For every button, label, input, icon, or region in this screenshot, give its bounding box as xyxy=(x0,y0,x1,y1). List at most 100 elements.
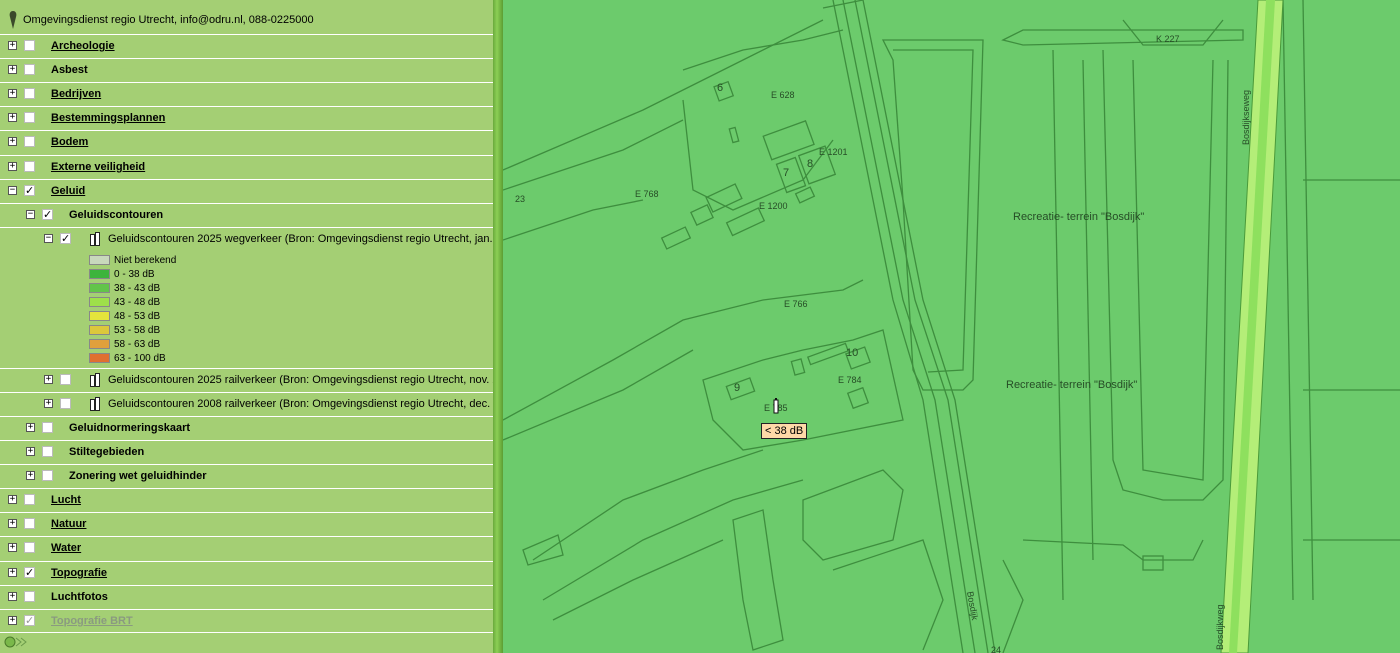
layer-checkbox[interactable]: ✓ xyxy=(60,233,71,244)
layer-label[interactable]: Natuur xyxy=(51,518,86,530)
map-label-23: 23 xyxy=(515,194,525,204)
map-view[interactable]: K 227 E 628 E 1201 E 768 E 1200 E 766 E … xyxy=(503,0,1400,653)
layer-info-icon[interactable] xyxy=(90,373,101,387)
layer-zonering-wet-geluidhinder[interactable]: + Zonering wet geluidhinder xyxy=(0,464,493,488)
layer-checkbox[interactable] xyxy=(24,161,35,172)
layer-checkbox[interactable]: ✓ xyxy=(24,615,35,626)
layer-label[interactable]: Geluidnormeringskaart xyxy=(69,422,190,434)
map-label-8: 8 xyxy=(807,158,813,170)
layer-luchtfotos[interactable]: + Luchtfotos xyxy=(0,585,493,609)
layer-label[interactable]: Geluidscontouren xyxy=(69,209,163,221)
map-label-e1200: E 1200 xyxy=(759,201,788,211)
expand-icon[interactable]: + xyxy=(8,41,17,50)
expand-icon[interactable]: + xyxy=(8,89,17,98)
expand-icon[interactable]: + xyxy=(8,65,17,74)
panel-header: Omgevingsdienst regio Utrecht, info@odru… xyxy=(0,7,493,33)
layer-asbest[interactable]: + Asbest xyxy=(0,58,493,82)
legend-label: 38 - 43 dB xyxy=(114,282,161,294)
expand-icon[interactable]: + xyxy=(8,113,17,122)
expand-icon[interactable]: + xyxy=(8,162,17,171)
layer-label[interactable]: Lucht xyxy=(51,494,81,506)
map-canvas[interactable]: K 227 E 628 E 1201 E 768 E 1200 E 766 E … xyxy=(503,0,1400,653)
layer-label[interactable]: Stiltegebieden xyxy=(69,446,144,458)
header-text: Omgevingsdienst regio Utrecht, info@odru… xyxy=(23,14,314,26)
layer-label[interactable]: Geluidscontouren 2008 railverkeer (Bron:… xyxy=(108,398,493,410)
layer-geluidscontouren-2025-wegverkeer[interactable]: − ✓ Geluidscontouren 2025 wegverkeer (Br… xyxy=(0,227,493,368)
layer-checkbox[interactable] xyxy=(24,64,35,75)
layer-checkbox[interactable]: ✓ xyxy=(24,185,35,196)
layer-geluidscontouren[interactable]: − ✓ Geluidscontouren xyxy=(0,203,493,227)
expand-icon[interactable]: + xyxy=(8,495,17,504)
layer-geluidnormeringskaart[interactable]: + Geluidnormeringskaart xyxy=(0,416,493,440)
panel-splitter[interactable] xyxy=(493,0,503,653)
panel-footer xyxy=(0,632,493,653)
expand-icon[interactable]: + xyxy=(26,447,35,456)
expand-icon[interactable]: + xyxy=(8,137,17,146)
layer-stiltegebieden[interactable]: + Stiltegebieden xyxy=(0,440,493,464)
layer-checkbox[interactable] xyxy=(24,40,35,51)
layer-checkbox[interactable]: ✓ xyxy=(42,209,53,220)
layer-checkbox[interactable] xyxy=(60,398,71,409)
layer-label[interactable]: Bestemmingsplannen xyxy=(51,112,165,124)
layer-water[interactable]: + Water xyxy=(0,536,493,560)
expand-icon[interactable]: + xyxy=(8,592,17,601)
layer-lucht[interactable]: + Lucht xyxy=(0,488,493,512)
layer-checkbox[interactable] xyxy=(42,470,53,481)
layer-externe-veiligheid[interactable]: + Externe veiligheid xyxy=(0,155,493,179)
collapse-icon[interactable]: − xyxy=(26,210,35,219)
map-label-e766: E 766 xyxy=(784,299,808,309)
expand-icon[interactable]: + xyxy=(26,423,35,432)
double-chevron-icon[interactable] xyxy=(4,636,28,648)
expand-icon[interactable]: + xyxy=(44,399,53,408)
legend-item: 53 - 58 dB xyxy=(89,324,160,336)
layer-geluidscontouren-2025-railverkeer[interactable]: + Geluidscontouren 2025 railverkeer (Bro… xyxy=(0,368,493,392)
expand-icon[interactable]: + xyxy=(8,616,17,625)
layer-topografie[interactable]: + ✓ Topografie xyxy=(0,561,493,585)
layer-label[interactable]: Geluidscontouren 2025 railverkeer (Bron:… xyxy=(108,374,493,386)
layer-label[interactable]: Externe veiligheid xyxy=(51,161,145,173)
map-label-e768: E 768 xyxy=(635,189,659,199)
expand-icon[interactable]: + xyxy=(26,471,35,480)
layer-info-icon[interactable] xyxy=(90,232,101,246)
layer-label[interactable]: Bedrijven xyxy=(51,88,101,100)
expand-icon[interactable]: + xyxy=(8,568,17,577)
collapse-icon[interactable]: − xyxy=(8,186,17,195)
layer-label[interactable]: Asbest xyxy=(51,64,88,76)
expand-icon[interactable]: + xyxy=(8,519,17,528)
layer-bedrijven[interactable]: + Bedrijven xyxy=(0,82,493,106)
layer-label[interactable]: Archeologie xyxy=(51,40,115,52)
map-label-bosdijkweg: Bosdijkweg xyxy=(1215,604,1225,650)
layer-geluid[interactable]: − ✓ Geluid xyxy=(0,179,493,203)
layer-checkbox[interactable] xyxy=(24,112,35,123)
layer-label[interactable]: Geluid xyxy=(51,185,85,197)
layer-geluidscontouren-2008-railverkeer[interactable]: + Geluidscontouren 2008 railverkeer (Bro… xyxy=(0,392,493,416)
layer-checkbox[interactable] xyxy=(24,591,35,602)
layer-label[interactable]: Zonering wet geluidhinder xyxy=(69,470,207,482)
layer-bodem[interactable]: + Bodem xyxy=(0,130,493,154)
layer-topografie-brt[interactable]: + ✓ Topografie BRT xyxy=(0,609,493,633)
layer-archeologie[interactable]: + Archeologie xyxy=(0,34,493,58)
layer-bestemmingsplannen[interactable]: + Bestemmingsplannen xyxy=(0,106,493,130)
collapse-icon[interactable]: − xyxy=(44,234,53,243)
layer-label[interactable]: Geluidscontouren 2025 wegverkeer (Bron: … xyxy=(108,233,493,245)
expand-icon[interactable]: + xyxy=(44,375,53,384)
layer-label[interactable]: Water xyxy=(51,542,81,554)
layer-checkbox[interactable] xyxy=(24,136,35,147)
layer-checkbox[interactable]: ✓ xyxy=(24,567,35,578)
layer-natuur[interactable]: + Natuur xyxy=(0,512,493,536)
layer-checkbox[interactable] xyxy=(24,88,35,99)
layer-label[interactable]: Topografie xyxy=(51,567,107,579)
layer-info-icon[interactable] xyxy=(90,397,101,411)
layer-checkbox[interactable] xyxy=(42,422,53,433)
layer-checkbox[interactable] xyxy=(24,542,35,553)
layer-label[interactable]: Bodem xyxy=(51,136,88,148)
layer-label[interactable]: Topografie BRT xyxy=(51,615,133,627)
layer-checkbox[interactable] xyxy=(24,518,35,529)
expand-icon[interactable]: + xyxy=(8,543,17,552)
layer-checkbox[interactable] xyxy=(24,494,35,505)
legend-item: Niet berekend xyxy=(89,254,176,266)
layer-checkbox[interactable] xyxy=(42,446,53,457)
legend-label: 53 - 58 dB xyxy=(114,324,161,336)
layer-checkbox[interactable] xyxy=(60,374,71,385)
layer-label[interactable]: Luchtfotos xyxy=(51,591,108,603)
